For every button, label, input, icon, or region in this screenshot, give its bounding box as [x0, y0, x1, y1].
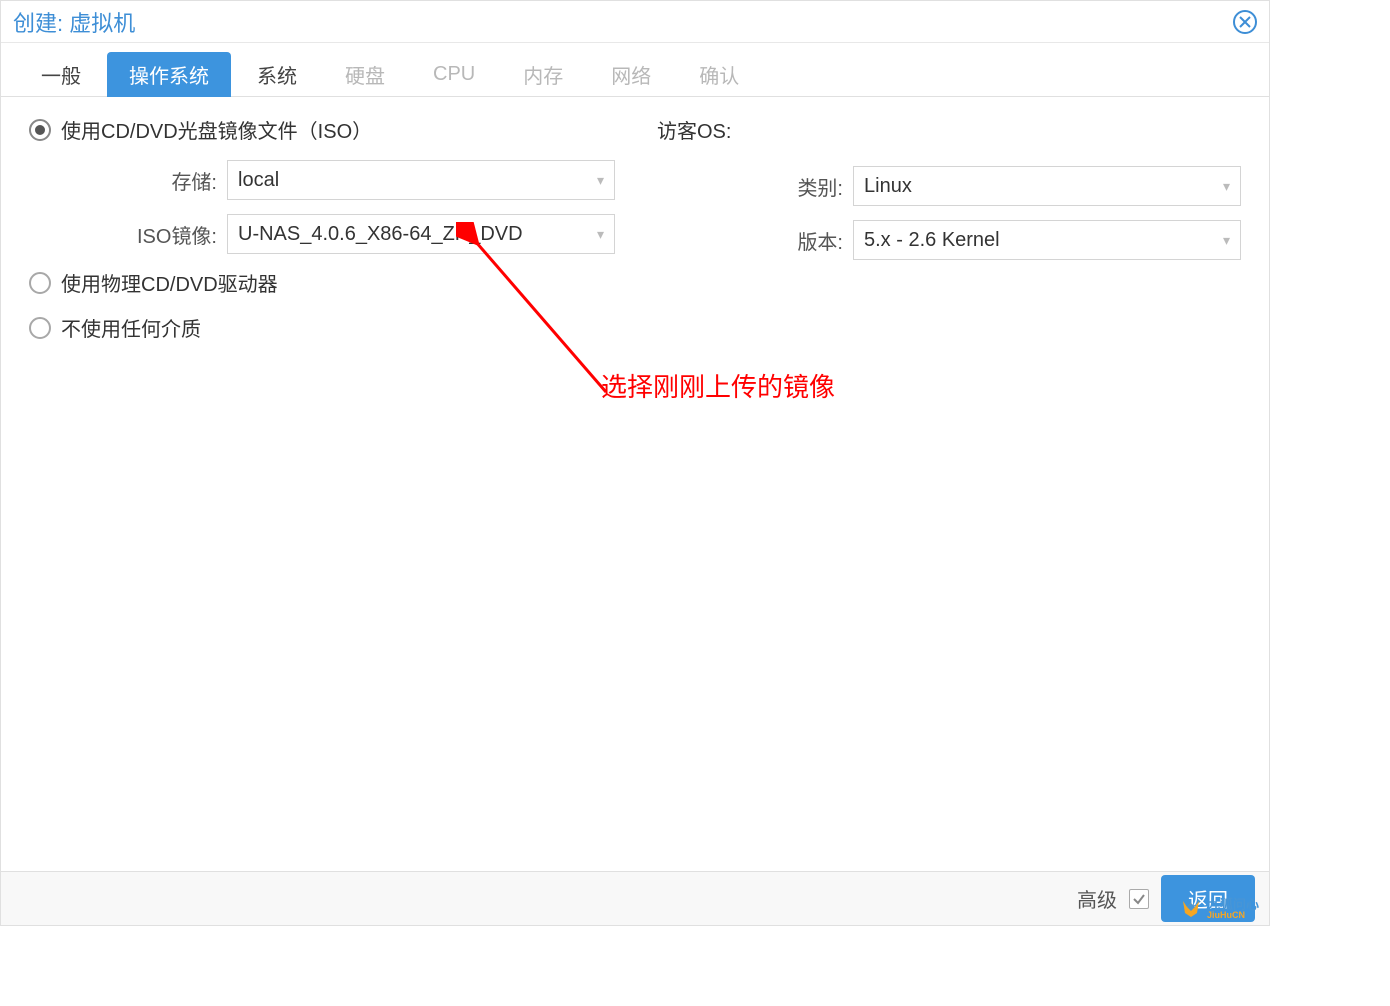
chevron-down-icon: ▾	[1223, 178, 1230, 195]
dialog-footer: 高级 返回 九狐问心 JiuHuCN	[1, 871, 1269, 925]
radio-physical-label: 使用物理CD/DVD驱动器	[61, 268, 278, 297]
tab-os[interactable]: 操作系统	[107, 52, 231, 97]
iso-row: ISO镜像: U-NAS_4.0.6_X86-64_ZH_DVD ▾	[29, 214, 615, 254]
fox-icon	[1179, 897, 1203, 921]
radio-physical[interactable]	[29, 272, 51, 294]
type-value: Linux	[864, 175, 912, 198]
advanced-label: 高级	[1077, 884, 1117, 913]
radio-none-label: 不使用任何介质	[61, 313, 201, 342]
storage-row: 存储: local ▾	[29, 160, 615, 200]
storage-value: local	[238, 169, 279, 192]
radio-iso-row: 使用CD/DVD光盘镜像文件（ISO）	[29, 115, 615, 144]
watermark-en: JiuHuCN	[1207, 911, 1259, 920]
annotation-text: 选择刚刚上传的镜像	[601, 367, 835, 404]
storage-label: 存储:	[29, 166, 227, 195]
dialog-body: 使用CD/DVD光盘镜像文件（ISO） 存储: local ▾ ISO镜像: U…	[1, 97, 1269, 871]
radio-none[interactable]	[29, 317, 51, 339]
radio-none-row: 不使用任何介质	[29, 313, 615, 342]
iso-value: U-NAS_4.0.6_X86-64_ZH_DVD	[238, 223, 523, 246]
tab-confirm: 确认	[677, 52, 761, 97]
guest-os-header: 访客OS:	[655, 115, 1241, 144]
radio-iso[interactable]	[29, 119, 51, 141]
type-label: 类别:	[655, 172, 853, 201]
version-label: 版本:	[655, 226, 853, 255]
advanced-checkbox[interactable]	[1129, 889, 1149, 909]
version-select[interactable]: 5.x - 2.6 Kernel ▾	[853, 220, 1241, 260]
storage-select[interactable]: local ▾	[227, 160, 615, 200]
chevron-down-icon: ▾	[597, 172, 604, 189]
close-button[interactable]	[1233, 10, 1257, 34]
version-row: 版本: 5.x - 2.6 Kernel ▾	[655, 220, 1241, 260]
chevron-down-icon: ▾	[1223, 232, 1230, 249]
dialog-header: 创建: 虚拟机	[1, 1, 1269, 43]
iso-label: ISO镜像:	[29, 220, 227, 249]
type-row: 类别: Linux ▾	[655, 166, 1241, 206]
create-vm-dialog: 创建: 虚拟机 一般 操作系统 系统 硬盘 CPU 内存 网络 确认 使用CD/…	[0, 0, 1270, 926]
right-column: 访客OS: 类别: Linux ▾ 版本: 5.x - 2.6 Kernel ▾	[655, 115, 1241, 853]
tab-memory: 内存	[501, 52, 585, 97]
iso-select[interactable]: U-NAS_4.0.6_X86-64_ZH_DVD ▾	[227, 214, 615, 254]
version-value: 5.x - 2.6 Kernel	[864, 229, 1000, 252]
tab-system[interactable]: 系统	[235, 52, 319, 97]
tab-disk: 硬盘	[323, 52, 407, 97]
watermark: 九狐问心 JiuHuCN	[1179, 897, 1259, 921]
radio-iso-label: 使用CD/DVD光盘镜像文件（ISO）	[61, 115, 372, 144]
dialog-title: 创建: 虚拟机	[13, 6, 135, 38]
tab-cpu: CPU	[411, 55, 497, 94]
wizard-tabs: 一般 操作系统 系统 硬盘 CPU 内存 网络 确认	[1, 43, 1269, 97]
tab-general[interactable]: 一般	[19, 52, 103, 97]
left-column: 使用CD/DVD光盘镜像文件（ISO） 存储: local ▾ ISO镜像: U…	[29, 115, 615, 853]
checkmark-icon	[1132, 892, 1146, 906]
radio-physical-row: 使用物理CD/DVD驱动器	[29, 268, 615, 297]
tab-network: 网络	[589, 52, 673, 97]
close-icon	[1239, 16, 1251, 28]
chevron-down-icon: ▾	[597, 226, 604, 243]
type-select[interactable]: Linux ▾	[853, 166, 1241, 206]
